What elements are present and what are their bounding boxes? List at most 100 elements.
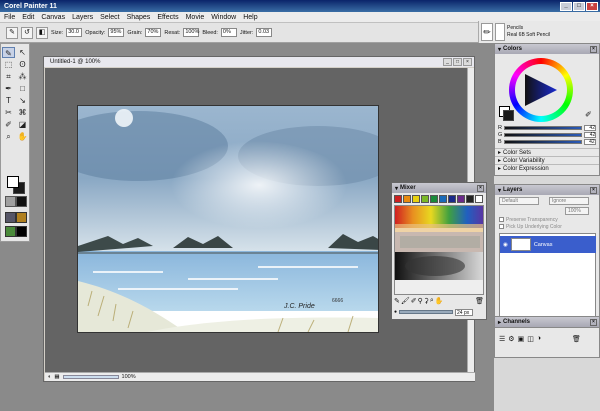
brush-category[interactable]: Pencils: [507, 25, 550, 32]
mixer-pad[interactable]: [394, 205, 484, 295]
pan-icon[interactable]: ✋: [435, 297, 444, 305]
menu-edit[interactable]: Edit: [22, 14, 34, 21]
brush-size-slider[interactable]: [399, 310, 454, 314]
resat-field[interactable]: 100%: [183, 28, 199, 37]
magnifier-icon[interactable]: ⌕: [2, 131, 15, 142]
size-field[interactable]: 30.0: [66, 28, 83, 37]
apply-color-icon[interactable]: 🖌: [401, 297, 410, 305]
close-button[interactable]: ×: [586, 1, 598, 11]
brush-tool-icon[interactable]: ✎: [6, 26, 18, 39]
panel-close-icon[interactable]: ×: [477, 184, 484, 192]
menu-canvas[interactable]: Canvas: [41, 14, 65, 21]
shape-selection-icon[interactable]: ↘: [16, 95, 29, 106]
clone-icon[interactable]: ✂: [2, 107, 15, 118]
color-variability-section[interactable]: ▸ Color Variability: [495, 156, 599, 164]
brush-selector[interactable]: ✏ Pencils Real 6B Soft Pencil: [478, 21, 600, 43]
brush-size-value[interactable]: 24 px: [455, 308, 474, 316]
delete-layer-icon[interactable]: 🗑: [572, 335, 581, 343]
zoom-level[interactable]: 100%: [122, 374, 136, 380]
channels-panel-header[interactable]: ▸ Channels ×: [495, 317, 599, 327]
mixer-swatch[interactable]: [457, 195, 465, 203]
stroke-type-icon[interactable]: ◧: [36, 26, 48, 39]
brush-variant[interactable]: Real 6B Soft Pencil: [507, 32, 550, 39]
mixer-swatch[interactable]: [466, 195, 474, 203]
layer-adjuster-icon[interactable]: ↖: [16, 47, 29, 58]
expand-icon[interactable]: ▸: [498, 149, 501, 156]
bleed-field[interactable]: 0%: [220, 28, 237, 37]
magic-wand-icon[interactable]: ⁂: [16, 71, 29, 82]
dropper-icon[interactable]: ✐: [2, 119, 15, 130]
mixer-swatch[interactable]: [475, 195, 483, 203]
zoom-icon[interactable]: ⌕: [430, 297, 434, 305]
expand-icon[interactable]: ▸: [498, 319, 501, 326]
panel-close-icon[interactable]: ×: [590, 318, 597, 326]
dynamic-plugins-icon[interactable]: ⚙: [508, 335, 514, 343]
sample-color-icon[interactable]: ⚲: [418, 297, 423, 305]
panel-close-icon[interactable]: ×: [590, 186, 597, 194]
mixer-swatch[interactable]: [412, 195, 420, 203]
tracing-paper-icon[interactable]: ◐: [48, 374, 51, 380]
layer-row-canvas[interactable]: ◉ Canvas: [500, 236, 596, 253]
green-value[interactable]: 42: [584, 131, 597, 138]
layer-name[interactable]: Canvas: [534, 242, 553, 248]
checkbox-icon[interactable]: [499, 217, 504, 222]
collapse-icon[interactable]: ▾: [498, 187, 501, 194]
crop-icon[interactable]: ⌗: [2, 71, 15, 82]
doc-maximize-button[interactable]: □: [453, 58, 462, 66]
new-layer-icon[interactable]: ▣: [518, 335, 525, 343]
dirty-brush-icon[interactable]: ✎: [394, 297, 400, 305]
mixer-swatch[interactable]: [421, 195, 429, 203]
grabber-icon[interactable]: ✋: [16, 131, 29, 142]
nozzle-selector-icon[interactable]: [16, 212, 27, 223]
green-slider[interactable]: [504, 132, 583, 137]
mix-color-icon[interactable]: ✐: [411, 297, 417, 305]
mixer-swatch[interactable]: [430, 195, 438, 203]
pick-up-color-option[interactable]: Pick Up Underlying Color: [495, 223, 599, 230]
brush-variant-preview[interactable]: [495, 23, 505, 41]
blue-slider[interactable]: [503, 139, 582, 144]
color-sets-section[interactable]: ▸ Color Sets: [495, 148, 599, 156]
colors-panel-header[interactable]: ▾ Colors ×: [495, 44, 599, 54]
layer-mask-icon[interactable]: ◑: [537, 335, 541, 343]
layers-panel-header[interactable]: ▾ Layers ×: [495, 185, 599, 195]
doc-close-button[interactable]: ×: [463, 58, 472, 66]
preserve-transparency-option[interactable]: Preserve Transparency: [495, 216, 599, 223]
menu-layers[interactable]: Layers: [72, 14, 93, 21]
collapse-icon[interactable]: ▾: [395, 185, 398, 192]
eye-icon[interactable]: ◉: [503, 242, 508, 248]
red-value[interactable]: 42: [583, 124, 596, 131]
layer-commands-icon[interactable]: ☰: [499, 335, 505, 343]
jitter-field[interactable]: 0.03: [256, 28, 273, 37]
mixer-swatch[interactable]: [448, 195, 456, 203]
mixer-swatch[interactable]: [403, 195, 411, 203]
checkbox-icon[interactable]: [499, 224, 504, 229]
rectangle-shape-icon[interactable]: □: [16, 83, 29, 94]
red-slider[interactable]: [503, 125, 582, 130]
menu-select[interactable]: Select: [100, 14, 119, 21]
lasso-icon[interactable]: ʘ: [16, 59, 29, 70]
doc-minimize-button[interactable]: _: [443, 58, 452, 66]
grain-field[interactable]: 70%: [145, 28, 162, 37]
expand-icon[interactable]: ▸: [498, 157, 501, 164]
mixer-swatch[interactable]: [394, 195, 402, 203]
color-expression-label[interactable]: Color Expression: [503, 166, 549, 172]
paper-selector-icon[interactable]: [5, 196, 16, 207]
sample-multiple-icon[interactable]: ⚳: [424, 297, 429, 305]
reset-tool-icon[interactable]: ↺: [21, 26, 33, 39]
text-icon[interactable]: T: [2, 95, 15, 106]
look-selector-icon[interactable]: [5, 226, 16, 237]
expand-icon[interactable]: ▸: [498, 165, 501, 172]
paint-bucket-icon[interactable]: ◪: [16, 119, 29, 130]
menu-file[interactable]: File: [4, 14, 15, 21]
grid-icon[interactable]: ▦: [54, 374, 59, 380]
minimize-button[interactable]: _: [560, 1, 572, 11]
composite-depth-select[interactable]: Ignore: [549, 197, 589, 205]
pencil-icon[interactable]: ✏: [481, 23, 493, 41]
color-wheel[interactable]: [509, 58, 573, 122]
new-group-icon[interactable]: ◫: [527, 335, 534, 343]
composite-method-select[interactable]: Default: [499, 197, 539, 205]
painting-canvas[interactable]: J.C. Pride 6666: [77, 105, 379, 333]
rectangle-select-icon[interactable]: ⬚: [2, 59, 15, 70]
weave-selector-icon[interactable]: [16, 226, 27, 237]
panel-close-icon[interactable]: ×: [590, 45, 597, 53]
